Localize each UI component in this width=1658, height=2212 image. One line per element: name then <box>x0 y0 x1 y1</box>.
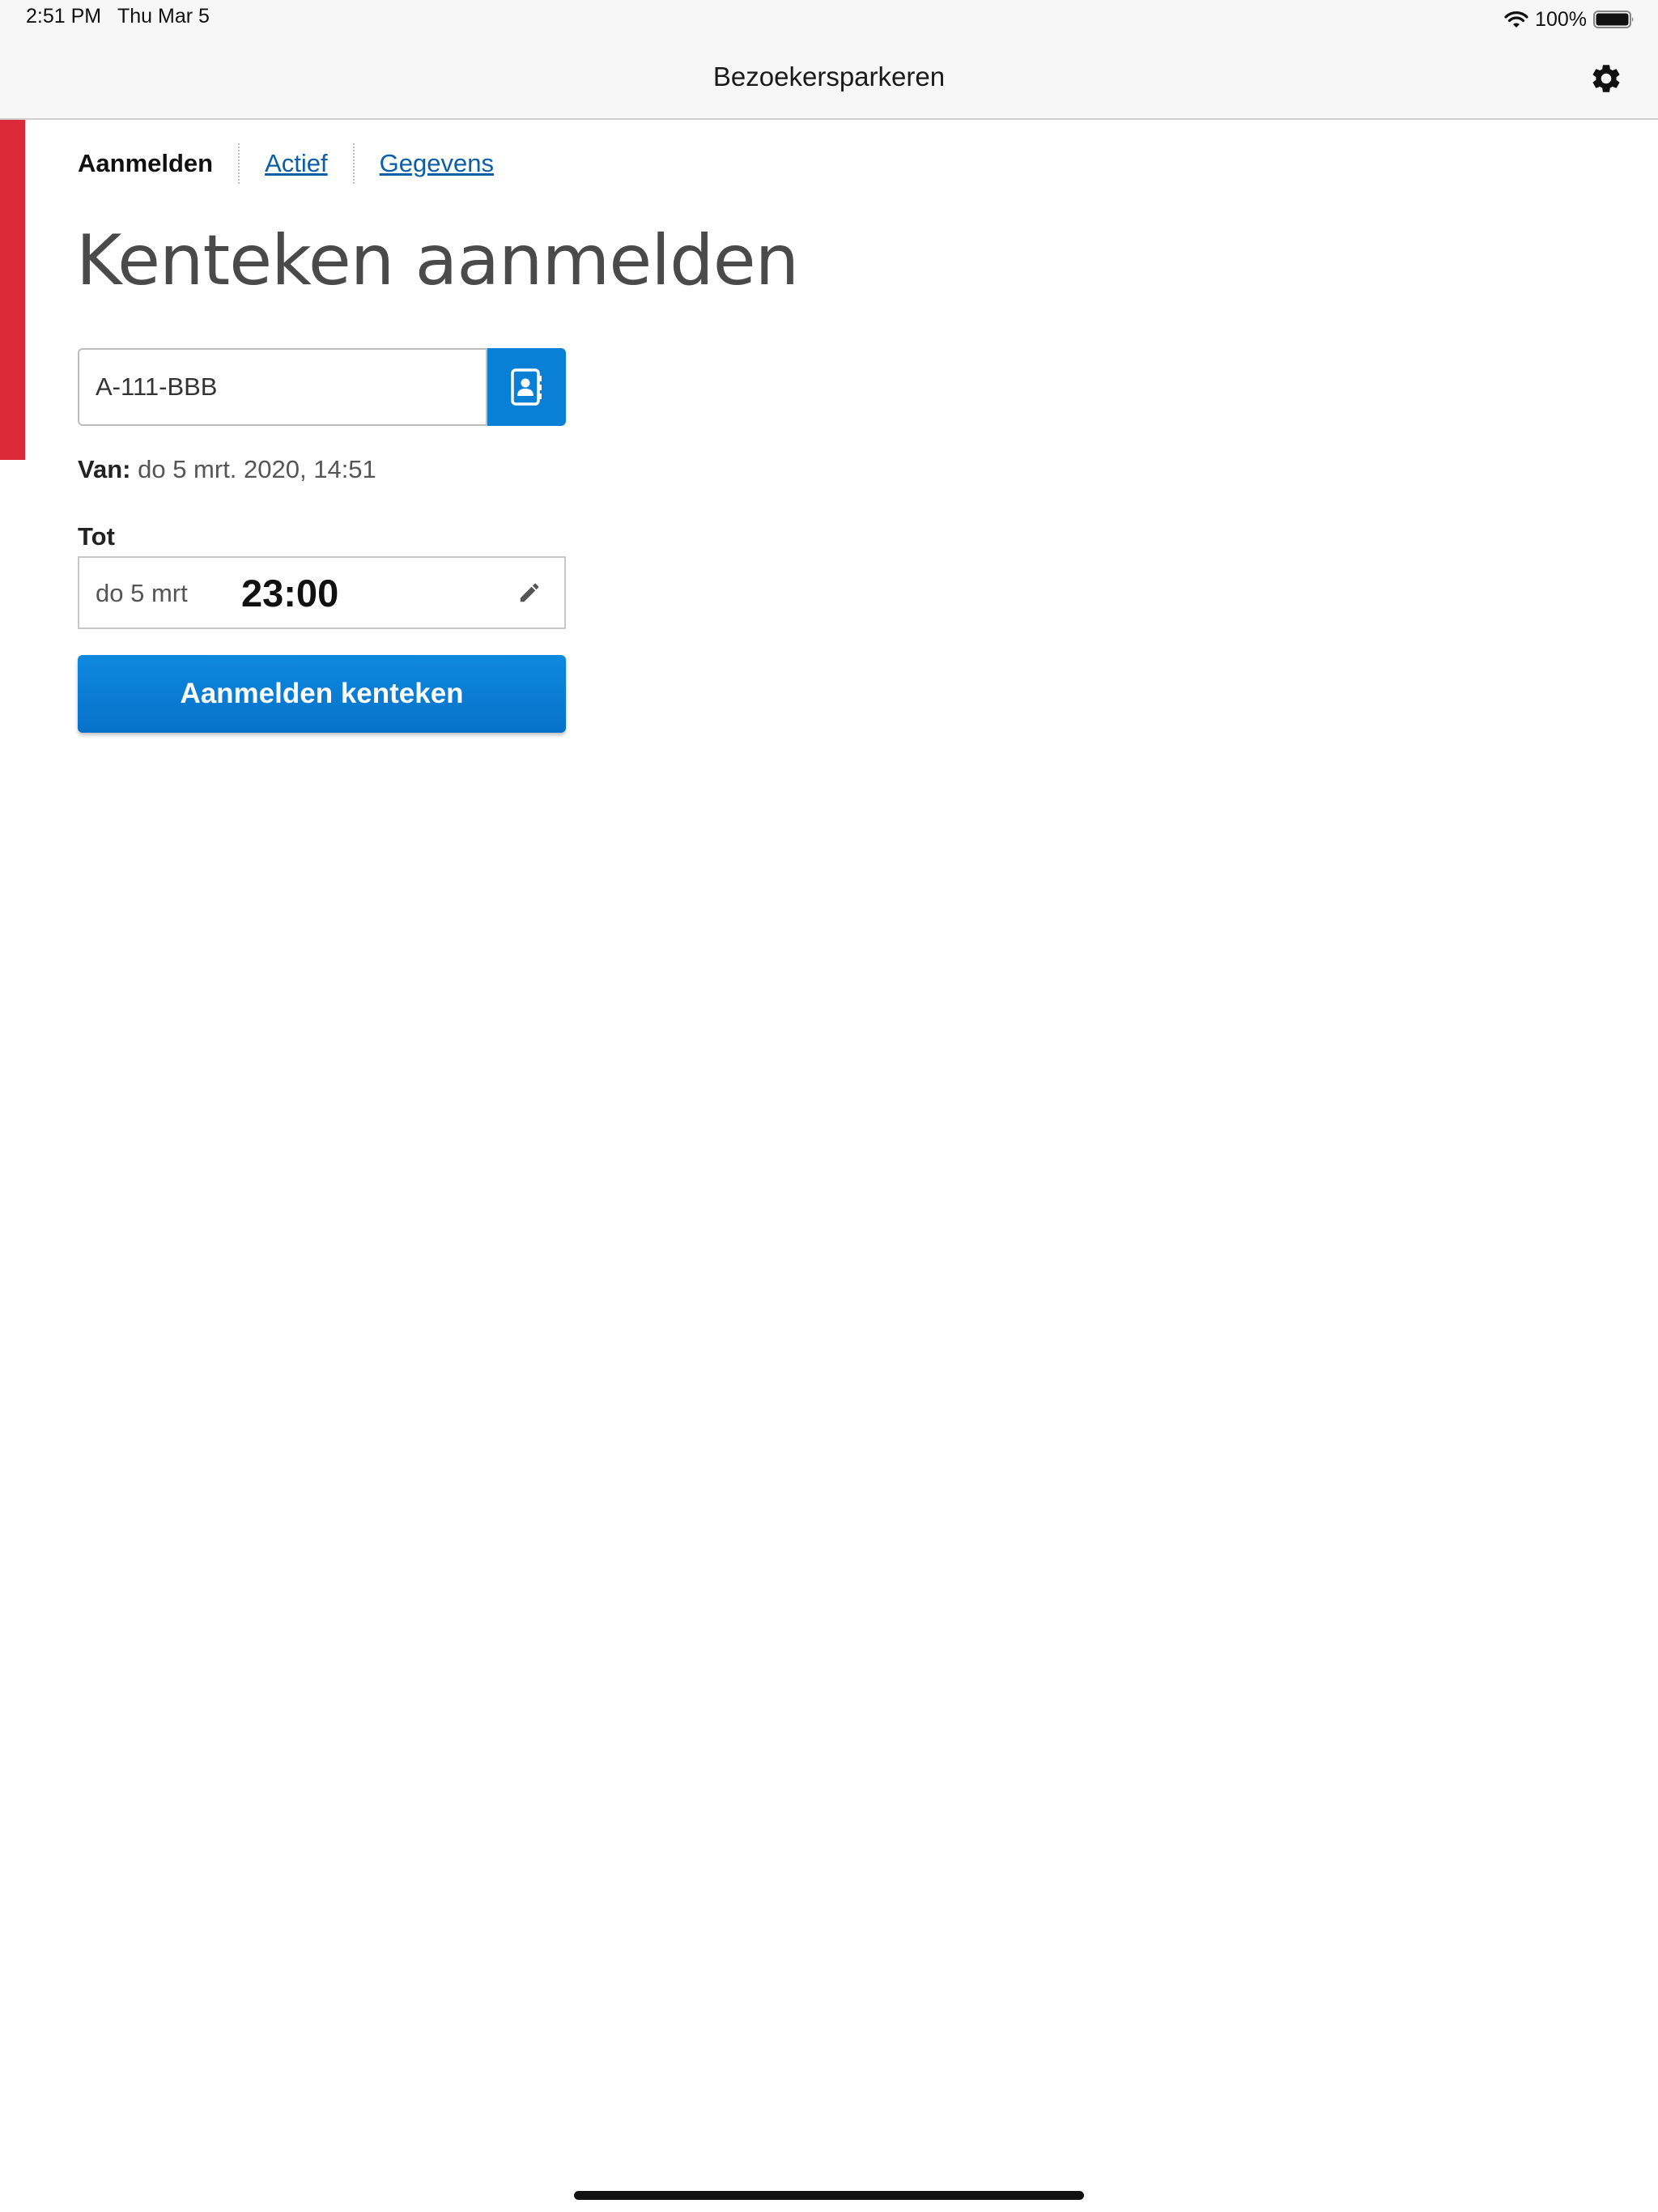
tab-bar: Aanmelden Actief Gegevens <box>78 139 519 188</box>
end-time-label: Tot <box>78 522 115 551</box>
status-indicators: 100% <box>1504 5 1635 34</box>
tab-actief[interactable]: Actief <box>238 143 353 184</box>
start-time-value: do 5 mrt. 2020, 14:51 <box>138 455 376 483</box>
end-time-value: 23:00 <box>241 572 339 615</box>
submit-button[interactable]: Aanmelden kenteken <box>78 655 566 733</box>
tab-gegevens[interactable]: Gegevens <box>352 143 519 184</box>
start-time-label: Van: <box>78 455 131 483</box>
tab-aanmelden[interactable]: Aanmelden <box>78 143 238 184</box>
start-time: Van: do 5 mrt. 2020, 14:51 <box>78 455 376 484</box>
end-time-picker[interactable]: do 5 mrt 23:00 <box>78 556 566 629</box>
pencil-icon[interactable] <box>517 581 542 609</box>
accent-bar <box>0 120 25 460</box>
status-time: 2:51 PM <box>26 5 102 28</box>
status-bar: 2:51 PM Thu Mar 5 100% <box>0 0 1658 39</box>
status-date: Thu Mar 5 <box>117 5 210 28</box>
end-date-value: do 5 mrt <box>96 579 188 607</box>
gear-icon <box>1592 65 1620 92</box>
nav-title: Bezoekersparkeren <box>712 62 946 91</box>
home-indicator[interactable] <box>574 2191 1084 2200</box>
page-title: Kenteken aanmelden <box>76 220 799 301</box>
battery-icon <box>1593 10 1635 29</box>
contacts-icon <box>510 368 542 406</box>
battery-percent: 100% <box>1535 7 1587 31</box>
license-plate-input[interactable] <box>78 348 487 426</box>
contacts-button[interactable] <box>487 348 566 426</box>
navigation-bar: Bezoekersparkeren <box>0 39 1658 120</box>
wifi-icon <box>1504 10 1528 29</box>
settings-button[interactable] <box>1587 59 1626 98</box>
